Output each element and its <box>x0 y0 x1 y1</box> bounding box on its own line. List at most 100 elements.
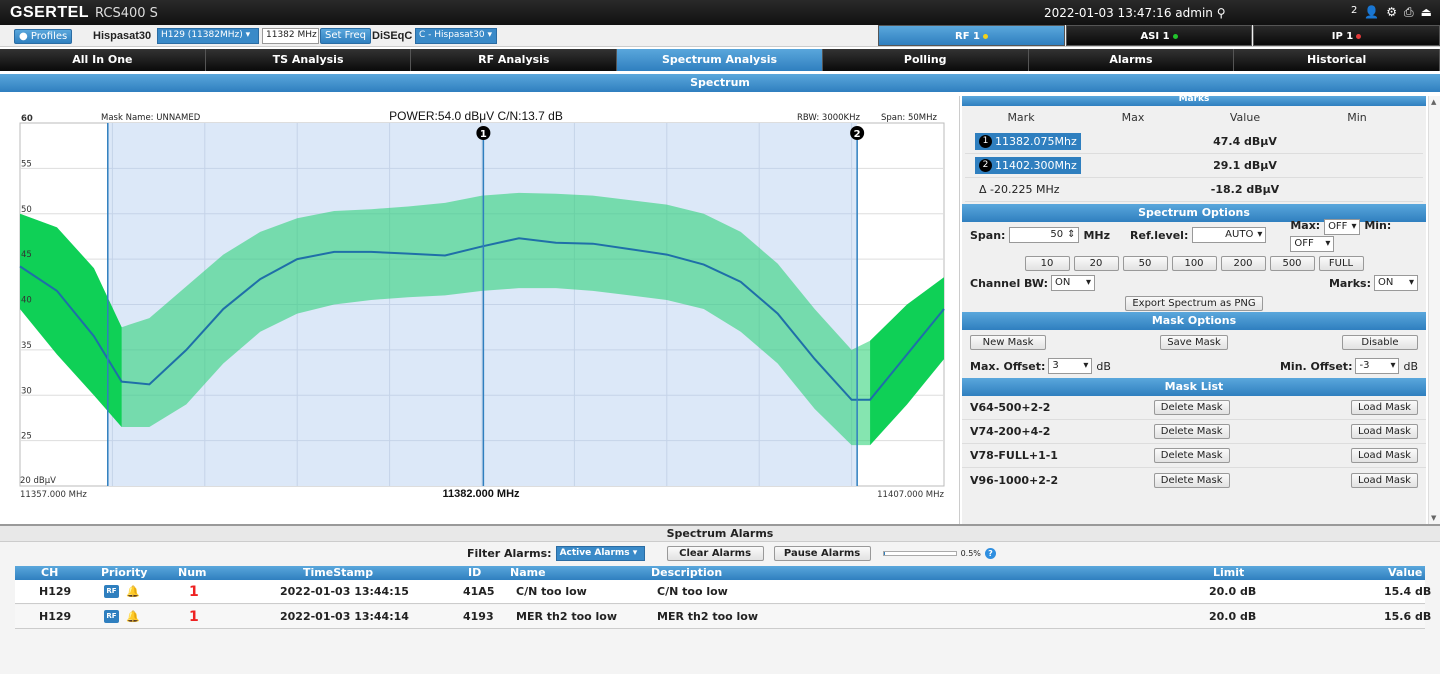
frequency-input[interactable]: 11382 MHz <box>262 28 319 44</box>
tab-all-in-one[interactable]: All In One <box>0 49 206 71</box>
col-limit: Limit <box>1213 566 1245 579</box>
profiles-button[interactable]: ● Profiles <box>14 29 73 44</box>
mask-name: V64-500+2-2 <box>970 401 1051 414</box>
right-panel-scrollbar[interactable]: ▲ ▼ <box>1428 96 1440 524</box>
x-center-label: 11382.000 MHz <box>442 488 520 500</box>
pause-alarms-button[interactable]: Pause Alarms <box>773 546 871 561</box>
span-buttons: 10 20 50 100 200 500 FULL <box>962 256 1426 271</box>
alarm-value: 15.4 dB <box>1384 585 1432 598</box>
load-mask-button[interactable]: Load Mask <box>1351 424 1418 439</box>
delete-mask-button[interactable]: Delete Mask <box>1153 424 1230 439</box>
tab-rf-analysis[interactable]: RF Analysis <box>411 49 618 71</box>
span-unit: MHz <box>1083 228 1111 242</box>
alarm-row[interactable]: H129 RF 🔔 1 2022-01-03 13:44:14 4193 MER… <box>15 605 1431 629</box>
alarm-value: 15.6 dB <box>1384 610 1432 623</box>
max-label: Max: <box>1290 218 1321 232</box>
load-mask-button[interactable]: Load Mask <box>1351 472 1418 488</box>
gear-icon[interactable]: ⚙ <box>1386 5 1397 20</box>
filter-alarms-select[interactable]: Active Alarms ▾ <box>555 546 645 561</box>
rf-icon: RF <box>104 585 119 598</box>
mask-name: V96-1000+2-2 <box>970 473 1059 487</box>
marks-select[interactable]: ON ▾ <box>1374 275 1418 291</box>
col-id: ID <box>468 566 482 579</box>
min-select[interactable]: OFF ▾ <box>1290 235 1335 252</box>
diseqc-select[interactable]: C - Hispasat30 ▾ <box>415 28 497 44</box>
delete-mask-button[interactable]: Delete Mask <box>1153 448 1230 463</box>
max-offset-label: Max. Offset: <box>970 359 1046 373</box>
top-icons: 2 👤 ⚙ ⎙ ⏏ <box>1351 5 1432 20</box>
mark-2-chip[interactable]: 2 11402.300Mhz <box>975 157 1081 174</box>
clear-alarms-button[interactable]: Clear Alarms <box>666 546 764 561</box>
help-icon[interactable]: ? <box>984 548 996 559</box>
channel-bw-row: Channel BW: ON ▾ Marks: ON ▾ <box>962 271 1426 295</box>
spectrum-chart[interactable]: 1 2 60 55 50 45 40 35 30 25 Mask Name: UNNAMED P… <box>0 96 960 524</box>
tab-spectrum-analysis[interactable]: Spectrum Analysis <box>617 49 823 71</box>
ref-level-select[interactable]: AUTO ▾ <box>1192 227 1267 243</box>
min-offset-label: Min. Offset: <box>1279 359 1353 373</box>
tab-rf1[interactable]: RF 1 <box>878 25 1065 46</box>
bell-icon: 🔔 <box>126 610 140 623</box>
max-select[interactable]: OFF ▾ <box>1324 218 1361 235</box>
mark-1-chip[interactable]: 1 11382.075Mhz <box>975 133 1081 150</box>
load-mask-button[interactable]: Load Mask <box>1351 400 1418 415</box>
set-freq-button[interactable]: Set Freq <box>320 28 372 44</box>
printer-icon[interactable]: ⎙ <box>1404 5 1414 20</box>
logo: GSERTEL <box>10 4 90 21</box>
col-name: Name <box>510 566 546 579</box>
span-10-button[interactable]: 10 <box>1024 256 1070 271</box>
spectrum-chart-panel: 1 2 60 55 50 45 40 35 30 25 Mask Name: UNNAMED P… <box>0 96 960 524</box>
transponder-select[interactable]: H129 (11382MHz) ▾ <box>157 28 259 44</box>
alarms-progress-text: 0.5% <box>960 549 981 558</box>
mask-buttons-row: New Mask Save Mask Disable <box>962 330 1426 354</box>
tab-ts-analysis[interactable]: TS Analysis <box>206 49 412 71</box>
max-offset-unit: dB <box>1096 359 1111 373</box>
span-20-button[interactable]: 20 <box>1073 256 1119 271</box>
alarm-name: MER th2 too low <box>516 610 618 623</box>
marks-col-min: Min <box>1347 111 1367 124</box>
y-tick-label: 30 <box>21 386 32 396</box>
tab-asi1[interactable]: ASI 1 <box>1066 25 1252 46</box>
notification-count: 2 <box>1350 5 1358 16</box>
user-icon[interactable]: 👤 <box>1364 5 1379 20</box>
logout-icon[interactable]: ⏏ <box>1421 5 1432 20</box>
new-mask-button[interactable]: New Mask <box>970 334 1046 350</box>
export-png-button[interactable]: Export Spectrum as PNG <box>1125 296 1263 311</box>
tab-historical[interactable]: Historical <box>1234 49 1440 71</box>
tab-alarms[interactable]: Alarms <box>1029 49 1235 71</box>
mask-name: V74-200+4-2 <box>970 425 1051 438</box>
span-input[interactable]: 50 ⇕ <box>1009 227 1080 243</box>
channel-bw-select[interactable]: ON ▾ <box>1051 275 1096 291</box>
tab-ip1[interactable]: IP 1 <box>1253 25 1440 46</box>
max-offset-select[interactable]: 3 ▾ <box>1048 358 1093 374</box>
delta-label: Δ -20.225 MHz <box>979 183 1060 196</box>
y-tick-label: 25 <box>21 432 32 442</box>
save-mask-button[interactable]: Save Mask <box>1160 334 1228 350</box>
delete-mask-button[interactable]: Delete Mask <box>1153 400 1230 415</box>
disable-mask-button[interactable]: Disable <box>1341 334 1418 350</box>
ref-level-label: Ref.level: <box>1130 228 1189 242</box>
marks-col-max: Max <box>1121 111 1145 124</box>
diseqc-label: DiSEqC <box>372 30 413 42</box>
alarm-row[interactable]: H129 RF 🔔 1 2022-01-03 13:44:15 41A5 C/N… <box>15 580 1431 604</box>
profiles-icon: ● <box>19 31 28 42</box>
mark-row[interactable]: 1 11382.075Mhz 47.4 dBμV <box>965 130 1423 154</box>
scroll-up-icon: ▲ <box>1431 98 1437 106</box>
alarm-num: 1 <box>189 584 199 600</box>
tab-polling[interactable]: Polling <box>823 49 1029 71</box>
span-option-label: Span: <box>970 228 1006 242</box>
mark-row[interactable]: 2 11402.300Mhz 29.1 dBμV <box>965 154 1423 178</box>
spectrum-alarms-panel: Spectrum Alarms Filter Alarms: Active Al… <box>0 524 1440 674</box>
min-offset-select[interactable]: -3 ▾ <box>1355 358 1400 374</box>
load-mask-button[interactable]: Load Mask <box>1351 448 1418 463</box>
span-label: Span: 50MHz <box>881 113 937 123</box>
span-200-button[interactable]: 200 <box>1220 256 1266 271</box>
span-500-button[interactable]: 500 <box>1269 256 1315 271</box>
delete-mask-button[interactable]: Delete Mask <box>1153 472 1230 488</box>
span-full-button[interactable]: FULL <box>1318 256 1364 271</box>
y-tick-label: 60 <box>21 114 33 124</box>
span-100-button[interactable]: 100 <box>1171 256 1217 271</box>
y-tick-label: 55 <box>21 159 32 169</box>
span-50-button[interactable]: 50 <box>1122 256 1168 271</box>
rbw-label: RBW: 3000KHz <box>797 113 861 123</box>
min-offset-unit: dB <box>1403 359 1418 373</box>
